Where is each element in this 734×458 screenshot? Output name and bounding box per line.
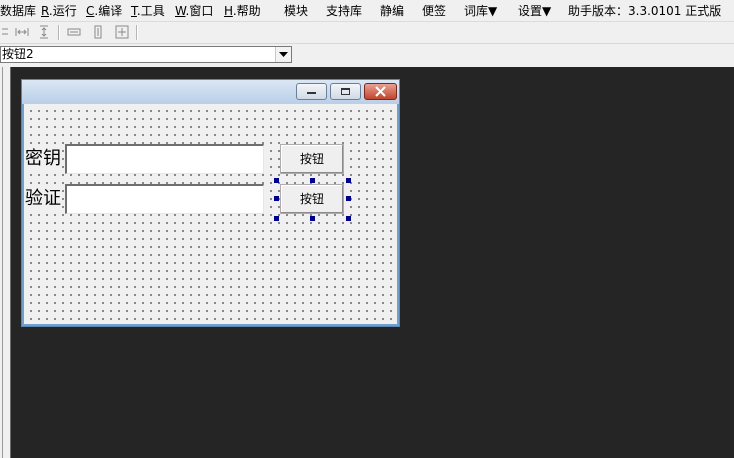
menu-label: 便签 bbox=[422, 4, 447, 18]
left-panel-edge[interactable] bbox=[0, 67, 11, 458]
menu-module[interactable]: 模块 bbox=[284, 3, 308, 19]
component-selector-value: 按钮2 bbox=[2, 47, 34, 61]
toolbar-separator bbox=[136, 25, 138, 40]
menu-bar: 数据库 R.运行 C.编译 T.工具 W.窗口 H.帮助 模块 支持库 静编 便… bbox=[0, 0, 734, 22]
menu-accel: R bbox=[41, 4, 49, 18]
resize-handle-e[interactable] bbox=[346, 196, 351, 201]
menu-database[interactable]: 数据库 bbox=[0, 3, 36, 19]
chevron-down-icon[interactable] bbox=[275, 47, 291, 62]
resize-handle-nw[interactable] bbox=[274, 178, 279, 183]
verify-input[interactable] bbox=[65, 184, 264, 214]
menu-label: 模块 bbox=[284, 4, 309, 18]
resize-handle-s[interactable] bbox=[310, 216, 315, 221]
menu-label: .帮助 bbox=[232, 4, 261, 18]
space-horizontal-icon[interactable] bbox=[13, 24, 31, 40]
menu-help[interactable]: H.帮助 bbox=[224, 3, 261, 19]
menu-label: 词库▼ bbox=[464, 4, 498, 18]
panel-divider bbox=[2, 67, 3, 458]
menu-label: .窗口 bbox=[185, 4, 214, 18]
assistant-version: 助手版本：3.3.0101 正式版 bbox=[568, 3, 721, 19]
design-window[interactable]: 密钥 按钮 验证 按钮 bbox=[21, 79, 400, 327]
close-icon[interactable] bbox=[364, 83, 397, 100]
menu-support-library[interactable]: 支持库 bbox=[326, 3, 362, 19]
menu-thesaurus[interactable]: 词库▼ bbox=[464, 3, 497, 19]
menu-label: 设置▼ bbox=[518, 4, 552, 18]
verify-label: 验证 bbox=[25, 188, 61, 210]
menu-label: 数据库 bbox=[0, 4, 37, 18]
component-selector[interactable]: 按钮2 bbox=[0, 46, 292, 63]
same-width-icon[interactable] bbox=[65, 24, 83, 40]
maximize-icon[interactable] bbox=[330, 83, 361, 100]
align-left-icon[interactable] bbox=[0, 24, 12, 40]
menu-label: .编译 bbox=[94, 4, 123, 18]
menu-static-compile[interactable]: 静编 bbox=[380, 3, 404, 19]
resize-handle-n[interactable] bbox=[310, 178, 315, 183]
menu-accel: W bbox=[175, 4, 186, 18]
window-titlebar[interactable] bbox=[22, 80, 399, 104]
toolbar-separator bbox=[58, 25, 60, 40]
verify-button[interactable]: 按钮 bbox=[280, 184, 344, 214]
menu-window[interactable]: W.窗口 bbox=[175, 3, 213, 19]
key-label: 密钥 bbox=[25, 148, 61, 170]
form-client-area[interactable]: 密钥 按钮 验证 按钮 bbox=[24, 104, 397, 324]
menu-settings[interactable]: 设置▼ bbox=[518, 3, 551, 19]
same-size-icon[interactable] bbox=[113, 24, 131, 40]
menu-accel: H bbox=[224, 4, 233, 18]
menu-run[interactable]: R.运行 bbox=[41, 3, 77, 19]
key-button[interactable]: 按钮 bbox=[280, 144, 344, 174]
space-vertical-icon[interactable] bbox=[35, 24, 53, 40]
resize-handle-sw[interactable] bbox=[274, 216, 279, 221]
resize-handle-se[interactable] bbox=[346, 216, 351, 221]
align-toolbar bbox=[0, 22, 734, 44]
resize-handle-ne[interactable] bbox=[346, 178, 351, 183]
menu-label: .运行 bbox=[48, 4, 77, 18]
menu-compile[interactable]: C.编译 bbox=[86, 3, 122, 19]
menu-tools[interactable]: T.工具 bbox=[131, 3, 165, 19]
version-label: 助手版本：3.3.0101 正式版 bbox=[568, 4, 722, 18]
menu-label: 支持库 bbox=[326, 4, 363, 18]
component-selector-bar: 按钮2 bbox=[0, 45, 734, 66]
same-height-icon[interactable] bbox=[89, 24, 107, 40]
menu-notes[interactable]: 便签 bbox=[422, 3, 446, 19]
menu-label: .工具 bbox=[136, 4, 165, 18]
key-input[interactable] bbox=[65, 144, 264, 174]
menu-label: 静编 bbox=[380, 4, 405, 18]
resize-handle-w[interactable] bbox=[274, 196, 279, 201]
minimize-icon[interactable] bbox=[296, 83, 327, 100]
